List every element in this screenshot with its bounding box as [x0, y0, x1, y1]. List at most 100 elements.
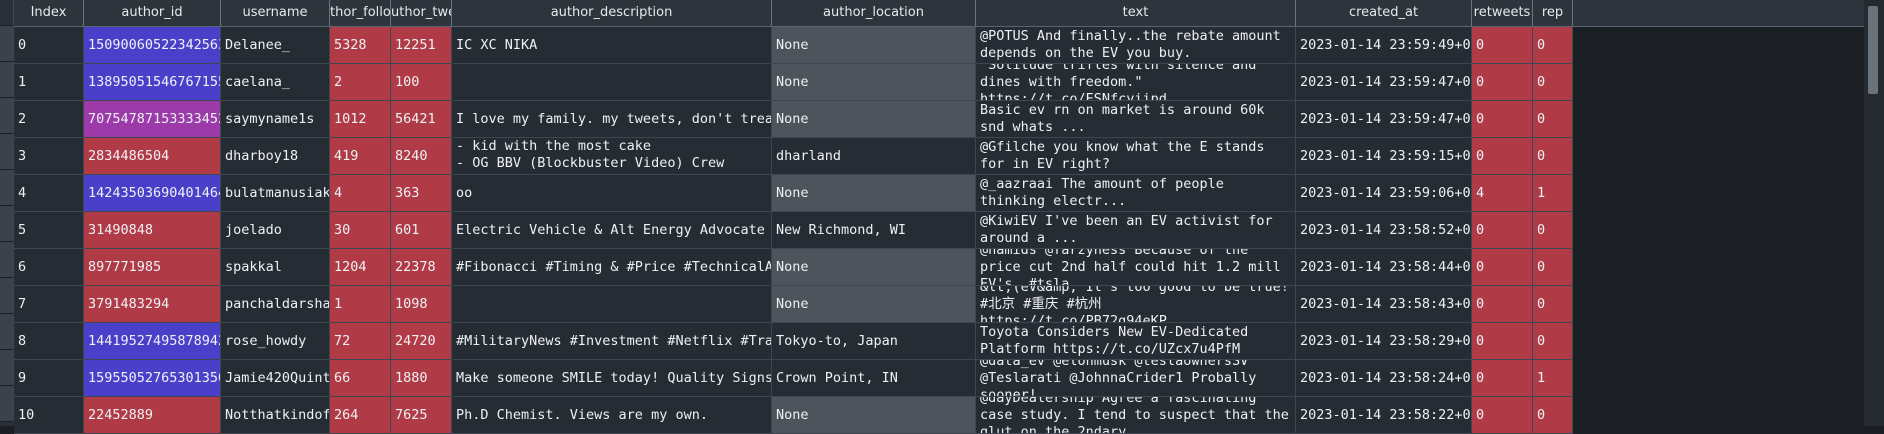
- cell-retweets[interactable]: 4: [1472, 175, 1533, 212]
- cell-index[interactable]: 4: [14, 175, 84, 212]
- cell-replies[interactable]: 0: [1533, 212, 1573, 249]
- cell-created-at[interactable]: 2023-01-14 23:59:49+00:00: [1296, 27, 1472, 64]
- table-row[interactable]: 91595505276530135072Jamie420Quint661880M…: [14, 360, 1864, 397]
- cell-created-at[interactable]: 2023-01-14 23:58:43+00:00: [1296, 286, 1472, 323]
- cell-author-id[interactable]: 1595505276530135072: [84, 360, 221, 397]
- cell-created-at[interactable]: 2023-01-14 23:59:06+00:00: [1296, 175, 1472, 212]
- cell-retweets[interactable]: 0: [1472, 397, 1533, 434]
- cell-created-at[interactable]: 2023-01-14 23:58:22+00:00: [1296, 397, 1472, 434]
- cell-replies[interactable]: 0: [1533, 101, 1573, 138]
- cell-author-location[interactable]: None: [772, 27, 976, 64]
- cell-retweets[interactable]: 0: [1472, 360, 1533, 397]
- cell-replies[interactable]: 0: [1533, 249, 1573, 286]
- cell-text[interactable]: @KiwiEV I've been an EV activist for aro…: [976, 212, 1296, 249]
- cell-retweets[interactable]: 0: [1472, 212, 1533, 249]
- cell-author-tweets[interactable]: 22378: [391, 249, 452, 286]
- cell-retweets[interactable]: 0: [1472, 286, 1533, 323]
- cell-author-id[interactable]: 707547871533334529: [84, 101, 221, 138]
- cell-index[interactable]: 7: [14, 286, 84, 323]
- table-row[interactable]: 5 31490848 joelado 30 601 Electric Vehicle & …: [14, 212, 1864, 249]
- cell-replies[interactable]: 0: [1533, 27, 1573, 64]
- column-header-index[interactable]: Index: [14, 0, 84, 26]
- scrollbar-thumb[interactable]: [1868, 6, 1878, 94]
- cell-author-location[interactable]: Crown Point, IN: [772, 360, 976, 397]
- cell-author-id[interactable]: 3791483294: [84, 286, 221, 323]
- cell-author-followers[interactable]: 72: [330, 323, 391, 360]
- cell-replies[interactable]: 0: [1533, 64, 1573, 101]
- cell-replies[interactable]: 1: [1533, 360, 1573, 397]
- cell-author-followers[interactable]: 66: [330, 360, 391, 397]
- cell-index[interactable]: 0: [14, 27, 84, 64]
- cell-author-location[interactable]: New Richmond, WI: [772, 212, 976, 249]
- cell-author-followers[interactable]: 5328: [330, 27, 391, 64]
- cell-author-tweets[interactable]: 56421: [391, 101, 452, 138]
- cell-author-followers[interactable]: 1: [330, 286, 391, 323]
- cell-username[interactable]: spakkal: [221, 249, 330, 286]
- cell-author-followers[interactable]: 2: [330, 64, 391, 101]
- column-header-author-id[interactable]: author_id: [84, 0, 221, 26]
- cell-author-id[interactable]: 1424350369040146433: [84, 175, 221, 212]
- table-row[interactable]: 41424350369040146433bulatmanusiakrn4363o…: [14, 175, 1864, 212]
- cell-username[interactable]: saymyname1s: [221, 101, 330, 138]
- cell-author-id[interactable]: 31490848: [84, 212, 221, 249]
- cell-text[interactable]: @dayDealership Agree a fascinating case …: [976, 397, 1296, 434]
- cell-text[interactable]: Basic ev rn on market is around 60k snd …: [976, 101, 1296, 138]
- cell-replies[interactable]: 0: [1533, 138, 1573, 175]
- cell-author-tweets[interactable]: 24720: [391, 323, 452, 360]
- column-header-author-followers[interactable]: thor_followe: [330, 0, 391, 26]
- cell-index[interactable]: 3: [14, 138, 84, 175]
- cell-author-tweets[interactable]: 1098: [391, 286, 452, 323]
- cell-author-tweets[interactable]: 7625: [391, 397, 452, 434]
- cell-created-at[interactable]: 2023-01-14 23:59:47+00:00: [1296, 101, 1472, 138]
- cell-created-at[interactable]: 2023-01-14 23:59:15+00:00: [1296, 138, 1472, 175]
- table-row[interactable]: 6 897771985 spakkal 1204 22378 #Fibonacci #Ti…: [14, 249, 1864, 286]
- cell-username[interactable]: dharboy18: [221, 138, 330, 175]
- cell-author-tweets[interactable]: 8240: [391, 138, 452, 175]
- cell-author-location[interactable]: None: [772, 175, 976, 212]
- row-selector-gutter[interactable]: [0, 0, 15, 426]
- cell-index[interactable]: 2: [14, 101, 84, 138]
- cell-author-location[interactable]: None: [772, 101, 976, 138]
- cell-author-description[interactable]: I love my family. my tweets, don't tread…: [452, 101, 772, 138]
- table-row[interactable]: 11389505154676715523caelana_2100 None"Sol…: [14, 64, 1864, 101]
- cell-author-description[interactable]: Electric Vehicle & Alt Energy Advocate: [452, 212, 772, 249]
- cell-replies[interactable]: 0: [1533, 323, 1573, 360]
- cell-author-followers[interactable]: 419: [330, 138, 391, 175]
- column-header-retweets[interactable]: retweets: [1472, 0, 1533, 26]
- cell-author-id[interactable]: 2834486504: [84, 138, 221, 175]
- cell-author-id[interactable]: 1509006052234256384: [84, 27, 221, 64]
- table-row[interactable]: 01509006052234256384Delanee_532812251IC …: [14, 27, 1864, 64]
- cell-author-location[interactable]: Tokyo-to, Japan: [772, 323, 976, 360]
- column-header-author-tweets[interactable]: uthor_tweet: [391, 0, 452, 26]
- cell-author-location[interactable]: None: [772, 397, 976, 434]
- cell-author-tweets[interactable]: 363: [391, 175, 452, 212]
- cell-author-id[interactable]: 1389505154676715523: [84, 64, 221, 101]
- cell-author-description[interactable]: Ph.D Chemist. Views are my own.: [452, 397, 772, 434]
- cell-author-followers[interactable]: 1204: [330, 249, 391, 286]
- cell-author-location[interactable]: dharland: [772, 138, 976, 175]
- cell-index[interactable]: 1: [14, 64, 84, 101]
- cell-author-description[interactable]: oo: [452, 175, 772, 212]
- cell-author-description[interactable]: - kid with the most cake - OG BBV (Block…: [452, 138, 772, 175]
- cell-text[interactable]: @_aazraai The amount of people thinking …: [976, 175, 1296, 212]
- cell-index[interactable]: 9: [14, 360, 84, 397]
- cell-text[interactable]: &lt;(eV&amp; It's too good to be true! #…: [976, 286, 1296, 323]
- cell-replies[interactable]: 1: [1533, 175, 1573, 212]
- cell-retweets[interactable]: 0: [1472, 101, 1533, 138]
- cell-retweets[interactable]: 0: [1472, 249, 1533, 286]
- cell-text[interactable]: @POTUS And finally..the rebate amount de…: [976, 27, 1296, 64]
- cell-author-description[interactable]: [452, 64, 772, 101]
- cell-author-followers[interactable]: 1012: [330, 101, 391, 138]
- cell-index[interactable]: 8: [14, 323, 84, 360]
- cell-text[interactable]: @hamids @farzyness Because of the price …: [976, 249, 1296, 286]
- cell-author-id[interactable]: 22452889: [84, 397, 221, 434]
- cell-username[interactable]: joelado: [221, 212, 330, 249]
- cell-text[interactable]: @Gfilche you know what the E stands for …: [976, 138, 1296, 175]
- column-header-text[interactable]: text: [976, 0, 1296, 26]
- cell-created-at[interactable]: 2023-01-14 23:58:24+00:00: [1296, 360, 1472, 397]
- cell-index[interactable]: 5: [14, 212, 84, 249]
- cell-created-at[interactable]: 2023-01-14 23:58:52+00:00: [1296, 212, 1472, 249]
- cell-text[interactable]: Toyota Considers New EV-Dedicated Platfo…: [976, 323, 1296, 360]
- cell-author-id[interactable]: 1441952749587894280: [84, 323, 221, 360]
- cell-author-tweets[interactable]: 12251: [391, 27, 452, 64]
